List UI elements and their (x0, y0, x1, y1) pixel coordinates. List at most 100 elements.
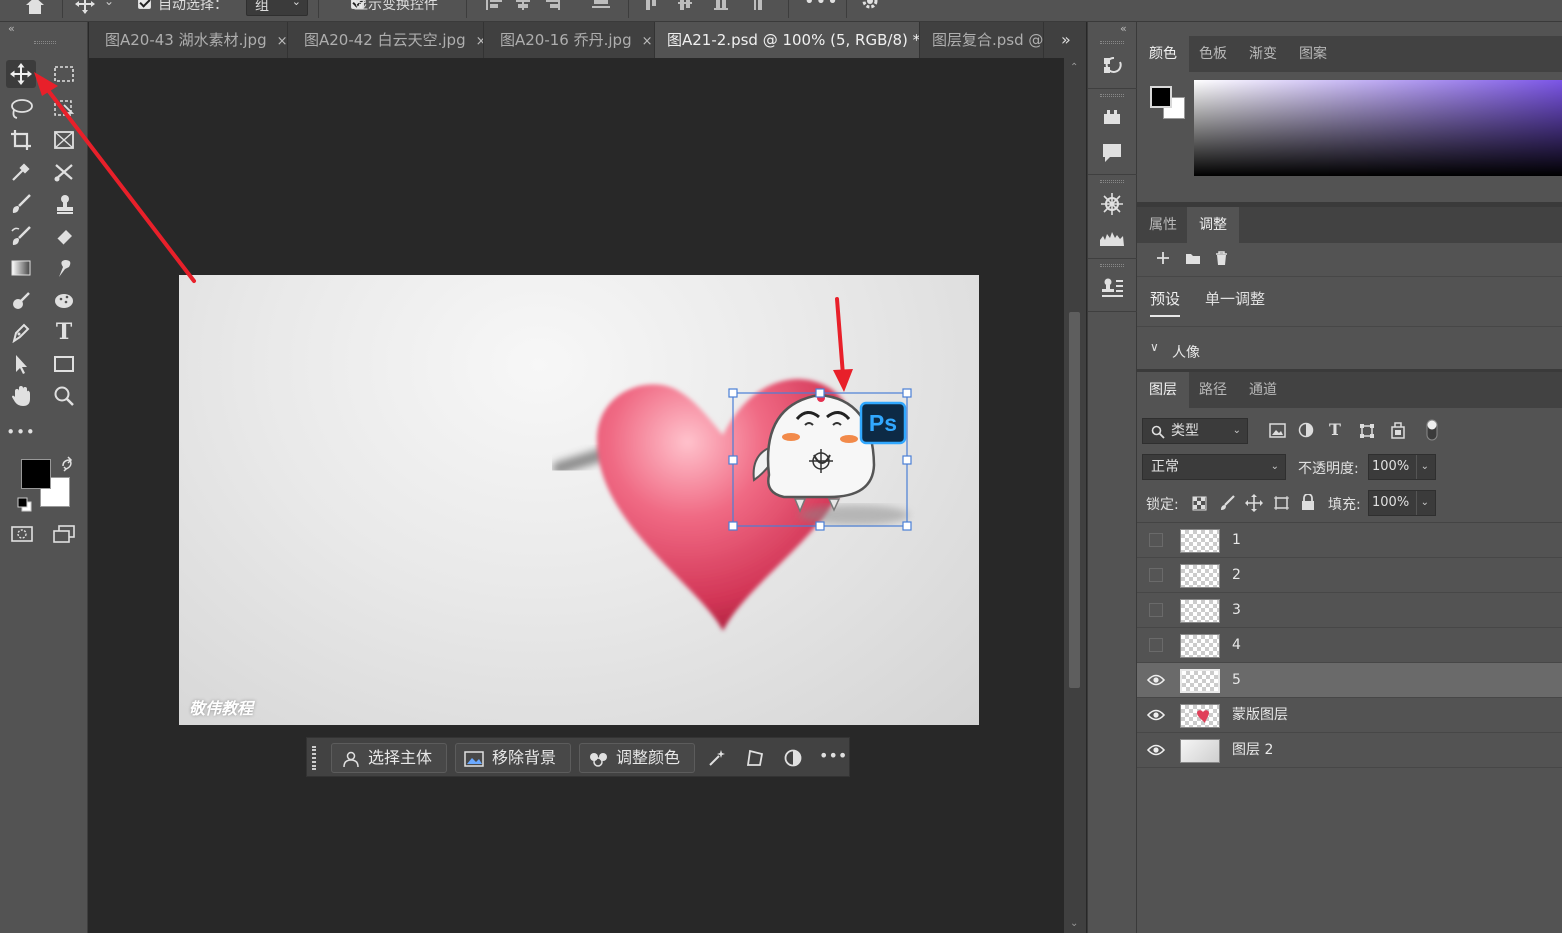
edit-toolbar-icon[interactable]: ••• (6, 418, 36, 446)
lock-all-icon[interactable] (1301, 494, 1315, 511)
lasso-tool[interactable] (6, 94, 36, 122)
layer-row-selected[interactable]: 5 (1137, 663, 1562, 698)
layer-row[interactable]: 图层 2 (1137, 733, 1562, 768)
chevron-down-icon[interactable]: ∨ (1150, 340, 1159, 354)
gradient-tool[interactable] (6, 254, 36, 282)
tab-properties[interactable]: 属性 (1137, 207, 1189, 243)
layer-row[interactable]: 1 (1137, 523, 1562, 558)
eye-icon[interactable] (1147, 673, 1165, 687)
distribute-icons[interactable] (644, 0, 774, 12)
layer-row[interactable]: 4 (1137, 628, 1562, 663)
subtab-single-adjustments[interactable]: 单一调整 (1205, 288, 1265, 309)
taskbar-grip[interactable] (312, 746, 316, 770)
layer-row[interactable]: 3 (1137, 593, 1562, 628)
remove-background-button[interactable]: 移除背景 (455, 743, 571, 773)
mask-icon[interactable] (783, 748, 803, 768)
hand-tool[interactable] (6, 382, 36, 410)
quick-mask-icon[interactable] (10, 524, 34, 544)
filter-adjustment-icon[interactable] (1298, 422, 1314, 438)
strip-grip[interactable] (1100, 94, 1124, 97)
fill-field[interactable]: 100% ⌄ (1368, 490, 1436, 516)
filter-smart-object-icon[interactable] (1390, 422, 1406, 439)
gear-icon[interactable] (860, 0, 880, 12)
type-tool[interactable]: T (49, 318, 79, 346)
collapse-toolbar-icon[interactable]: « (8, 22, 15, 35)
tab-close-icon[interactable]: × (277, 34, 287, 49)
scroll-up-icon[interactable]: ⌃ (1070, 62, 1078, 73)
move-tool-option-icon[interactable] (74, 0, 96, 14)
lock-pixels-icon[interactable] (1220, 495, 1236, 511)
tab-close-icon[interactable]: × (642, 34, 653, 49)
object-select-tool[interactable] (49, 94, 79, 122)
strip-grip[interactable] (1100, 264, 1124, 267)
preset-group-portrait[interactable]: 人像 (1172, 342, 1200, 362)
comments-icon[interactable] (1101, 142, 1123, 164)
transform-icon[interactable] (745, 748, 765, 768)
sponge-tool[interactable] (49, 286, 79, 314)
document-tab[interactable]: 图A20-42 白云天空.jpg × (288, 22, 484, 58)
scroll-down-icon[interactable]: ⌄ (1070, 918, 1078, 929)
tab-layers[interactable]: 图层 (1137, 372, 1189, 408)
brush-tool[interactable] (6, 190, 36, 218)
tab-adjustments[interactable]: 调整 (1187, 207, 1239, 243)
lock-artboard-icon[interactable] (1273, 495, 1290, 511)
history-icon[interactable] (1100, 54, 1124, 78)
navigator-icon[interactable] (1100, 192, 1124, 216)
color-spectrum-field[interactable] (1194, 80, 1562, 176)
frame-tool[interactable] (49, 126, 79, 154)
chevron-down-icon[interactable]: ⌄ (104, 0, 114, 8)
eye-icon[interactable] (1147, 743, 1165, 757)
tab-swatches[interactable]: 色板 (1187, 36, 1239, 72)
visibility-toggle-off[interactable] (1149, 568, 1163, 582)
eyedropper-tool[interactable] (6, 158, 36, 186)
generative-fill-icon[interactable] (707, 748, 727, 768)
tabs-overflow-icon[interactable]: » (1061, 22, 1071, 58)
document-tab[interactable]: 图A20-43 湖水素材.jpg × (89, 22, 288, 58)
layer-filter-dropdown[interactable]: 类型 ⌄ (1142, 418, 1248, 444)
layer-row[interactable]: 蒙版图层 (1137, 698, 1562, 733)
folder-icon[interactable] (1185, 252, 1201, 265)
histogram-icon[interactable] (1099, 228, 1125, 248)
tab-paths[interactable]: 路径 (1187, 372, 1239, 408)
document-canvas[interactable]: Ps 敬伟教程 (179, 275, 979, 725)
smudge-tool[interactable] (49, 254, 79, 282)
document-tab[interactable]: 图层复合.psd @ (920, 22, 1044, 58)
marquee-tool[interactable] (49, 60, 79, 88)
tab-gradients[interactable]: 渐变 (1237, 36, 1289, 72)
default-colors-icon[interactable] (17, 497, 33, 513)
glyphs-icon[interactable] (1102, 108, 1122, 126)
vertical-scrollbar[interactable]: ⌃ ⌄ (1064, 58, 1086, 933)
tab-color[interactable]: 颜色 (1137, 36, 1189, 72)
align-icons[interactable] (484, 0, 620, 12)
screen-mode-icon[interactable] (52, 524, 76, 544)
filter-type-icon[interactable]: T (1329, 420, 1341, 439)
auto-select-dropdown[interactable]: 组 ⌄ (246, 0, 308, 16)
select-subject-button[interactable]: 选择主体 (331, 743, 447, 773)
scrollbar-thumb[interactable] (1069, 312, 1080, 688)
taskbar-more-icon[interactable]: ••• (819, 746, 847, 765)
tab-channels[interactable]: 通道 (1237, 372, 1289, 408)
home-icon[interactable] (24, 0, 46, 14)
lock-position-icon[interactable] (1245, 494, 1263, 512)
filter-pixel-icon[interactable] (1269, 423, 1286, 438)
tab-patterns[interactable]: 图案 (1287, 36, 1339, 72)
tab-close-icon[interactable]: × (476, 34, 483, 49)
path-select-tool[interactable] (6, 350, 36, 378)
content-aware-move-tool[interactable] (49, 158, 79, 186)
blend-mode-dropdown[interactable]: 正常 ⌄ (1142, 454, 1286, 480)
opacity-field[interactable]: 100% ⌄ (1368, 454, 1436, 480)
rectangle-tool[interactable] (49, 350, 79, 378)
subtab-presets[interactable]: 预设 (1150, 288, 1181, 317)
filter-shape-icon[interactable] (1359, 423, 1375, 439)
adjust-color-button[interactable]: 调整颜色 (579, 743, 695, 773)
pen-tool[interactable] (6, 318, 36, 346)
zoom-tool[interactable] (49, 382, 79, 410)
document-tab-active[interactable]: 图A21-2.psd @ 100% (5, RGB/8) *× (655, 22, 920, 58)
layer-row[interactable]: 2 (1137, 558, 1562, 593)
swap-colors-icon[interactable] (60, 456, 76, 472)
history-brush-tool[interactable] (6, 222, 36, 250)
eye-icon[interactable] (1147, 708, 1165, 722)
collapse-panels-icon[interactable]: « (1120, 22, 1127, 35)
move-tool[interactable] (6, 60, 36, 88)
add-icon[interactable] (1156, 251, 1170, 265)
